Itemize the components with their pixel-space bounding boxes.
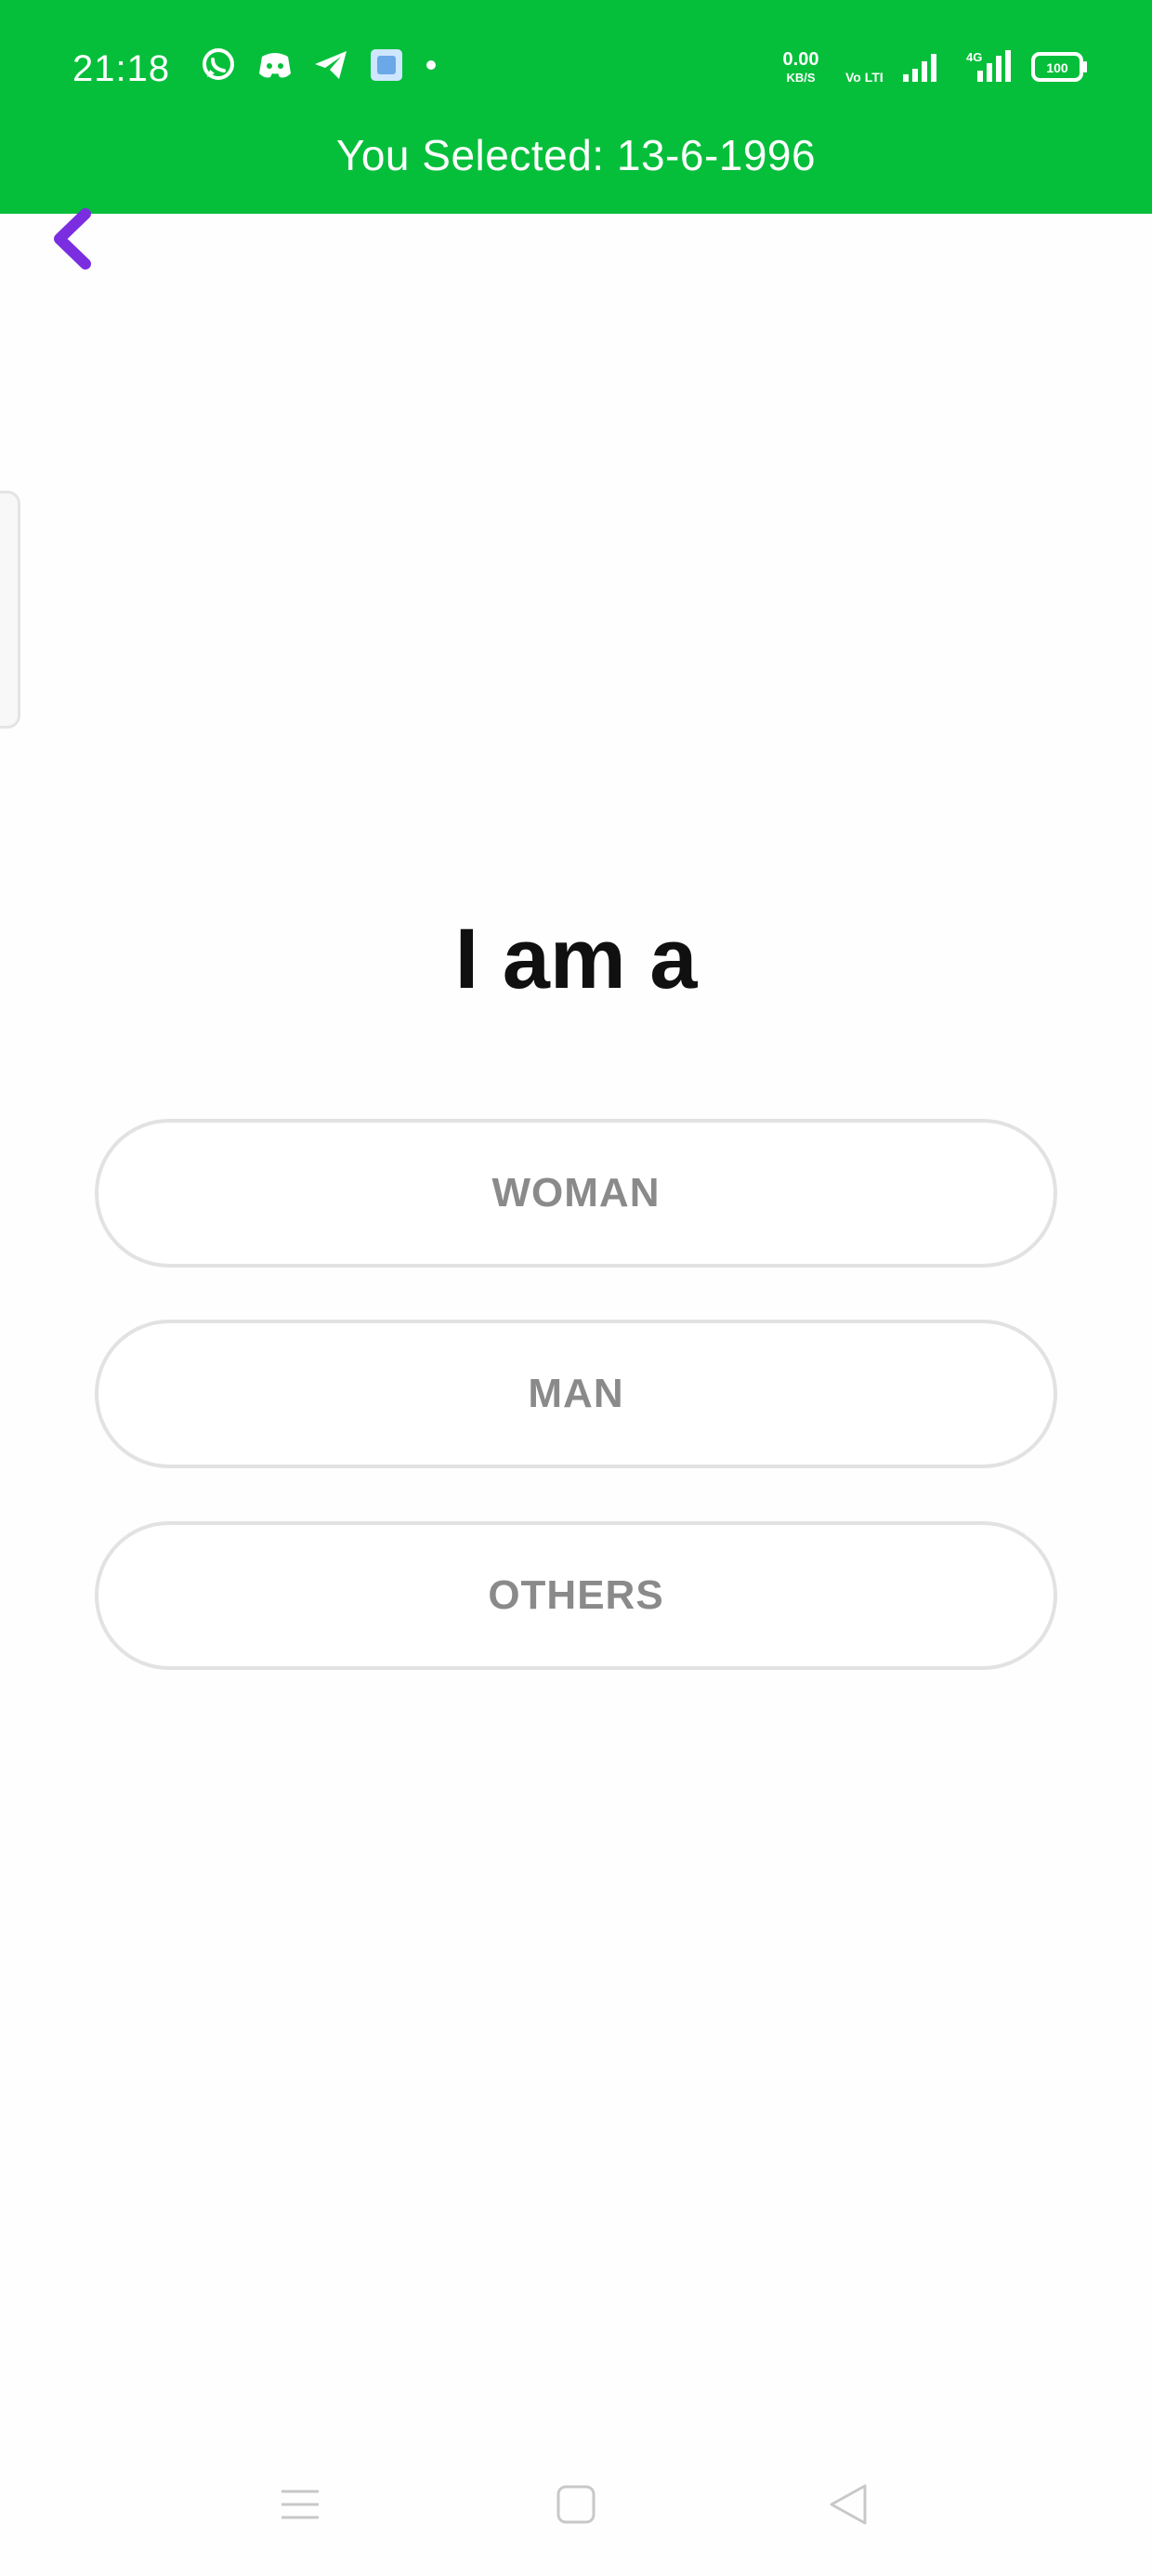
home-icon bbox=[556, 2485, 596, 2524]
back-button[interactable] bbox=[45, 206, 100, 271]
signal-4g-icon: 4G bbox=[966, 50, 1011, 82]
selected-date-banner: You Selected: 13-6-1996 bbox=[335, 131, 817, 179]
status-icons-right: 0.00 KB/S Vo LTE 4G 10 bbox=[777, 48, 1089, 85]
nav-home-button[interactable] bbox=[534, 2453, 618, 2556]
option-man-button[interactable]: MAN bbox=[95, 1320, 1057, 1468]
menu-icon bbox=[281, 2490, 319, 2519]
back-icon bbox=[830, 2484, 867, 2525]
status-time: 21:18 bbox=[72, 48, 171, 89]
nav-back-button[interactable] bbox=[806, 2453, 890, 2556]
nav-menu-button[interactable] bbox=[258, 2453, 342, 2556]
battery-level: 100 bbox=[1046, 60, 1068, 75]
system-nav-bar bbox=[0, 2453, 1152, 2556]
edge-panel-handle[interactable] bbox=[0, 491, 20, 729]
dot-icon bbox=[426, 60, 436, 70]
telegram-icon bbox=[315, 51, 347, 79]
whatsapp-icon bbox=[203, 48, 234, 80]
screen: 21:18 0.00 KB/S Vo LT 4G 100 You Selecte… bbox=[0, 0, 1152, 2576]
option-others-button[interactable]: OTHERS bbox=[95, 1521, 1057, 1670]
network-speed-icon: 0.00 KB/S bbox=[783, 49, 819, 85]
option-woman-button[interactable]: WOMAN bbox=[95, 1119, 1057, 1268]
network-type-label: 4G bbox=[966, 50, 982, 64]
battery-icon: 100 bbox=[1031, 52, 1087, 82]
network-speed-value: 0.00 bbox=[783, 49, 819, 70]
page-title: I am a bbox=[454, 912, 698, 1006]
app-icon bbox=[371, 49, 402, 81]
status-icons-left bbox=[200, 46, 438, 84]
volte-label: Vo LTE bbox=[845, 70, 883, 85]
discord-icon bbox=[259, 53, 291, 78]
network-speed-unit: KB/S bbox=[786, 71, 815, 85]
signal-icon bbox=[903, 54, 936, 82]
chevron-left-icon bbox=[54, 208, 91, 269]
volte-icon: Vo LTE bbox=[845, 70, 883, 85]
status-banner: 21:18 0.00 KB/S Vo LT 4G 100 You Selecte… bbox=[0, 0, 1152, 214]
